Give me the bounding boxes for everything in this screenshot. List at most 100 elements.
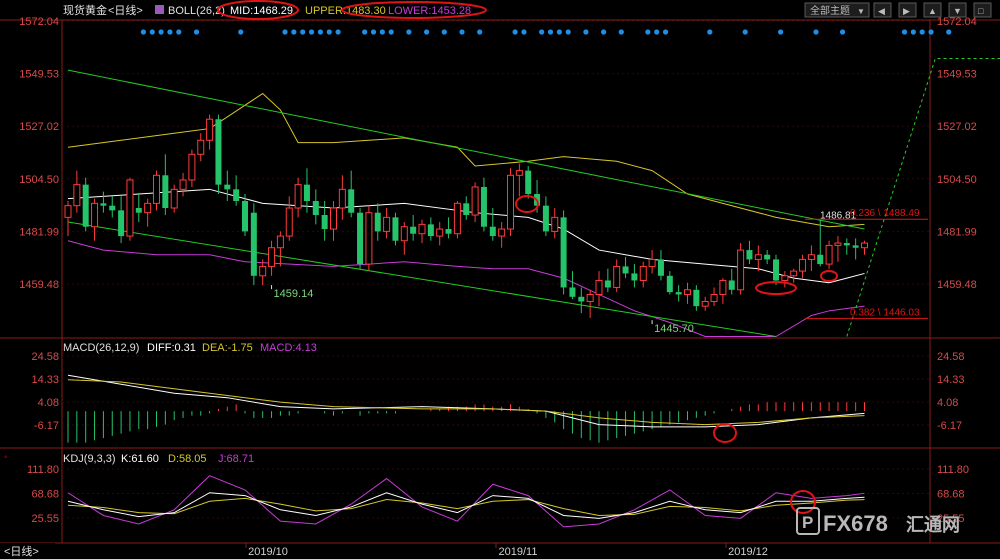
chart-background bbox=[0, 0, 1000, 559]
macd-tick-label-left: 14.33 bbox=[31, 374, 59, 386]
macd-tick-label-left: 24.58 bbox=[31, 351, 59, 363]
macd-tick-label-right: 4.08 bbox=[937, 397, 958, 409]
signal-dot bbox=[193, 29, 200, 35]
price-tick-label-left: 1504.50 bbox=[19, 174, 59, 186]
nav-button[interactable]: ▲ bbox=[923, 2, 942, 18]
candle-body bbox=[639, 265, 647, 281]
watermark-text: FX678 bbox=[823, 511, 888, 536]
signal-dot bbox=[618, 29, 624, 35]
candle-body bbox=[781, 275, 789, 281]
signal-dot bbox=[477, 29, 483, 35]
candle-body bbox=[852, 245, 859, 248]
signal-dot bbox=[547, 29, 554, 35]
candle-body bbox=[312, 201, 319, 216]
signal-dot bbox=[910, 29, 916, 35]
signal-dot bbox=[521, 29, 527, 35]
macd-tick-label-left: 4.08 bbox=[38, 397, 59, 409]
candle-body bbox=[843, 243, 850, 246]
period-tab-label: <日线> bbox=[4, 544, 39, 558]
signal-dot bbox=[512, 29, 518, 35]
signal-dot bbox=[282, 29, 288, 35]
candle-body bbox=[861, 242, 868, 249]
signal-dot bbox=[424, 29, 430, 35]
candle-body bbox=[790, 270, 798, 277]
nav-button[interactable]: □ bbox=[973, 2, 992, 18]
signal-dot bbox=[556, 29, 562, 35]
candle-body bbox=[109, 205, 116, 211]
signal-dot bbox=[901, 29, 908, 35]
signal-dot bbox=[406, 29, 412, 35]
candle-body bbox=[73, 184, 81, 207]
kdj-marker-icon: ◦ bbox=[4, 452, 8, 463]
kdj-k-label: K:61.60 bbox=[121, 453, 159, 465]
candle-body bbox=[357, 212, 364, 265]
candle-body bbox=[613, 265, 621, 288]
signal-dot bbox=[158, 29, 164, 35]
candle-body bbox=[436, 228, 444, 237]
annotation-label: 1459.14 bbox=[274, 288, 314, 300]
kdj-tick-label-left: 68.68 bbox=[31, 488, 59, 500]
candle-body bbox=[285, 207, 293, 237]
candle-body bbox=[365, 212, 373, 265]
period-tab[interactable]: <日线> bbox=[0, 543, 55, 559]
candle-body bbox=[374, 212, 381, 232]
kdj-tick-label-right: 68.68 bbox=[937, 488, 965, 500]
candle-body bbox=[515, 170, 523, 176]
date-tick-label: 2019/10 bbox=[248, 546, 288, 558]
signal-dot bbox=[919, 29, 925, 35]
candle-body bbox=[622, 266, 629, 274]
signal-dot bbox=[238, 29, 244, 35]
candle-body bbox=[427, 224, 434, 237]
theme-selector-label: 全部主题 bbox=[810, 4, 850, 17]
signal-dot bbox=[317, 29, 323, 35]
nav-arrow-icon: ▼ bbox=[953, 6, 962, 16]
indicator-label: BOLL(26,2) bbox=[168, 5, 225, 17]
signal-dot bbox=[778, 29, 784, 35]
kdj-tick-label-right: 111.80 bbox=[937, 464, 969, 476]
candle-body bbox=[126, 179, 134, 237]
candle-body bbox=[728, 280, 735, 290]
signal-dot bbox=[176, 29, 182, 35]
nav-button[interactable]: ▼ bbox=[948, 2, 967, 18]
nav-button[interactable]: ▶ bbox=[898, 2, 917, 18]
candle-body bbox=[215, 119, 222, 185]
candle-body bbox=[807, 254, 815, 260]
kdj-label: KDJ(9,3,3) bbox=[63, 453, 116, 465]
candle-body bbox=[100, 203, 107, 206]
boll-indicator-icon[interactable] bbox=[155, 5, 164, 14]
nav-arrow-icon: ◀ bbox=[878, 6, 885, 16]
signal-dot bbox=[441, 29, 447, 35]
signal-dot bbox=[839, 29, 846, 35]
candle-body bbox=[817, 254, 824, 265]
nav-arrow-icon: □ bbox=[978, 6, 984, 16]
price-tick-label-left: 1549.53 bbox=[19, 69, 59, 81]
candle-body bbox=[507, 174, 514, 230]
signal-dot bbox=[362, 29, 368, 35]
candle-body bbox=[144, 202, 152, 214]
signal-dot bbox=[565, 29, 571, 35]
period-label[interactable]: <日线> bbox=[108, 3, 143, 17]
candle-body bbox=[719, 279, 727, 295]
candle-body bbox=[188, 153, 196, 181]
candle-body bbox=[764, 254, 771, 260]
watermark-cn-text: 汇通网 bbox=[906, 515, 960, 535]
price-tick-label-left: 1527.02 bbox=[19, 121, 59, 133]
price-tick-label-right: 1459.48 bbox=[937, 279, 977, 291]
candle-body bbox=[445, 229, 452, 234]
candle-body bbox=[693, 289, 700, 307]
lower-label: LOWER:1453.28 bbox=[388, 5, 471, 17]
signal-dot bbox=[167, 29, 173, 35]
price-tick-label-right: 1481.99 bbox=[937, 226, 977, 238]
candle-body bbox=[294, 184, 302, 209]
signal-dot bbox=[583, 29, 589, 35]
signal-dot bbox=[813, 29, 819, 35]
candle-body bbox=[135, 208, 142, 213]
candle-body bbox=[153, 174, 160, 204]
signal-dot bbox=[662, 29, 669, 35]
candle-body bbox=[489, 226, 496, 237]
macd-tick-label-right: -6.17 bbox=[937, 420, 962, 432]
candle-body bbox=[604, 280, 611, 288]
signal-dot bbox=[707, 29, 713, 35]
nav-button[interactable]: ◀ bbox=[873, 2, 892, 18]
candle-body bbox=[233, 189, 240, 202]
